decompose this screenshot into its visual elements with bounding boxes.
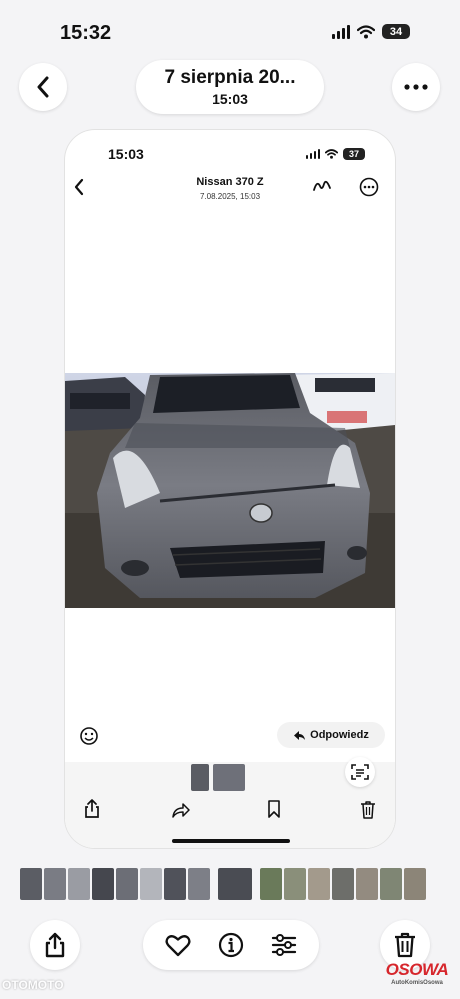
battery-icon: 37 xyxy=(343,148,365,160)
inner-status-time: 15:03 xyxy=(108,146,144,162)
more-circle-icon[interactable] xyxy=(359,177,379,197)
action-toolbar xyxy=(143,920,319,970)
status-icons: 34 xyxy=(332,24,410,39)
live-text-button[interactable] xyxy=(345,757,375,787)
date-title[interactable]: 7 sierpnia 20... 15:03 xyxy=(136,60,324,114)
inner-thumb-1[interactable] xyxy=(191,764,209,791)
thumbnail[interactable] xyxy=(20,868,42,900)
markup-icon[interactable] xyxy=(312,176,332,194)
reply-label: Odpowiedz xyxy=(310,729,369,741)
thumbnail[interactable] xyxy=(260,868,282,900)
home-indicator xyxy=(172,839,290,843)
thumbnail[interactable] xyxy=(68,868,90,900)
thumbnail[interactable] xyxy=(92,868,114,900)
inner-thumb-2[interactable] xyxy=(213,764,245,791)
message-subtitle: 7.08.2025, 15:03 xyxy=(199,192,261,201)
emoji-react-icon[interactable] xyxy=(79,726,99,746)
trash-icon[interactable] xyxy=(360,800,376,819)
thumbnail[interactable] xyxy=(404,868,426,900)
watermark-brand: OSOWA xyxy=(385,960,449,979)
thumbnail[interactable] xyxy=(164,868,186,900)
message-title: Nissan 370 Z xyxy=(196,176,264,188)
thumbnail[interactable] xyxy=(380,868,402,900)
screenshot-preview[interactable]: 15:03 37 Nissan 370 Z 7.08.2025, 15:03 O… xyxy=(65,130,395,848)
wifi-icon xyxy=(357,24,375,38)
dealer-watermark: OSOWA AutoKomisOsowa xyxy=(378,960,456,986)
bookmark-icon[interactable] xyxy=(267,800,281,819)
wifi-icon xyxy=(325,149,338,159)
reply-button[interactable]: Odpowiedz xyxy=(277,722,385,748)
thumbnail-strip[interactable] xyxy=(20,868,426,900)
thumbnail[interactable] xyxy=(44,868,66,900)
watermark-tagline: AutoKomisOsowa xyxy=(391,980,443,986)
thumbnail[interactable] xyxy=(308,868,330,900)
chevron-left-icon xyxy=(37,76,49,98)
text-scan-icon xyxy=(351,764,369,780)
thumbnail[interactable] xyxy=(356,868,378,900)
thumbnail[interactable] xyxy=(116,868,138,900)
status-time: 15:32 xyxy=(60,22,112,44)
more-button[interactable] xyxy=(392,63,440,111)
page-subtitle: 15:03 xyxy=(212,91,248,107)
battery-icon: 34 xyxy=(382,24,410,39)
share-icon xyxy=(45,932,65,958)
site-watermark: OTOMOTO xyxy=(2,978,64,992)
back-button[interactable] xyxy=(19,63,67,111)
info-icon[interactable] xyxy=(218,932,244,958)
reply-arrow-icon xyxy=(294,730,306,740)
inner-status-icons: 37 xyxy=(306,148,365,160)
thumbnail[interactable] xyxy=(188,868,210,900)
signal-icon xyxy=(306,149,320,159)
trash-icon xyxy=(395,932,415,958)
heart-icon[interactable] xyxy=(165,934,191,957)
ellipsis-icon xyxy=(404,84,428,90)
thumbnail[interactable] xyxy=(284,868,306,900)
thumbnail[interactable] xyxy=(140,868,162,900)
forward-icon[interactable] xyxy=(171,802,191,818)
signal-icon xyxy=(332,24,350,39)
share-icon[interactable] xyxy=(84,799,100,819)
thumbnail[interactable] xyxy=(332,868,354,900)
thumbnail-current[interactable] xyxy=(218,868,252,900)
car-photo[interactable] xyxy=(65,373,395,608)
share-button[interactable] xyxy=(30,920,80,970)
page-title: 7 sierpnia 20... xyxy=(164,67,296,88)
sliders-icon[interactable] xyxy=(271,933,297,957)
